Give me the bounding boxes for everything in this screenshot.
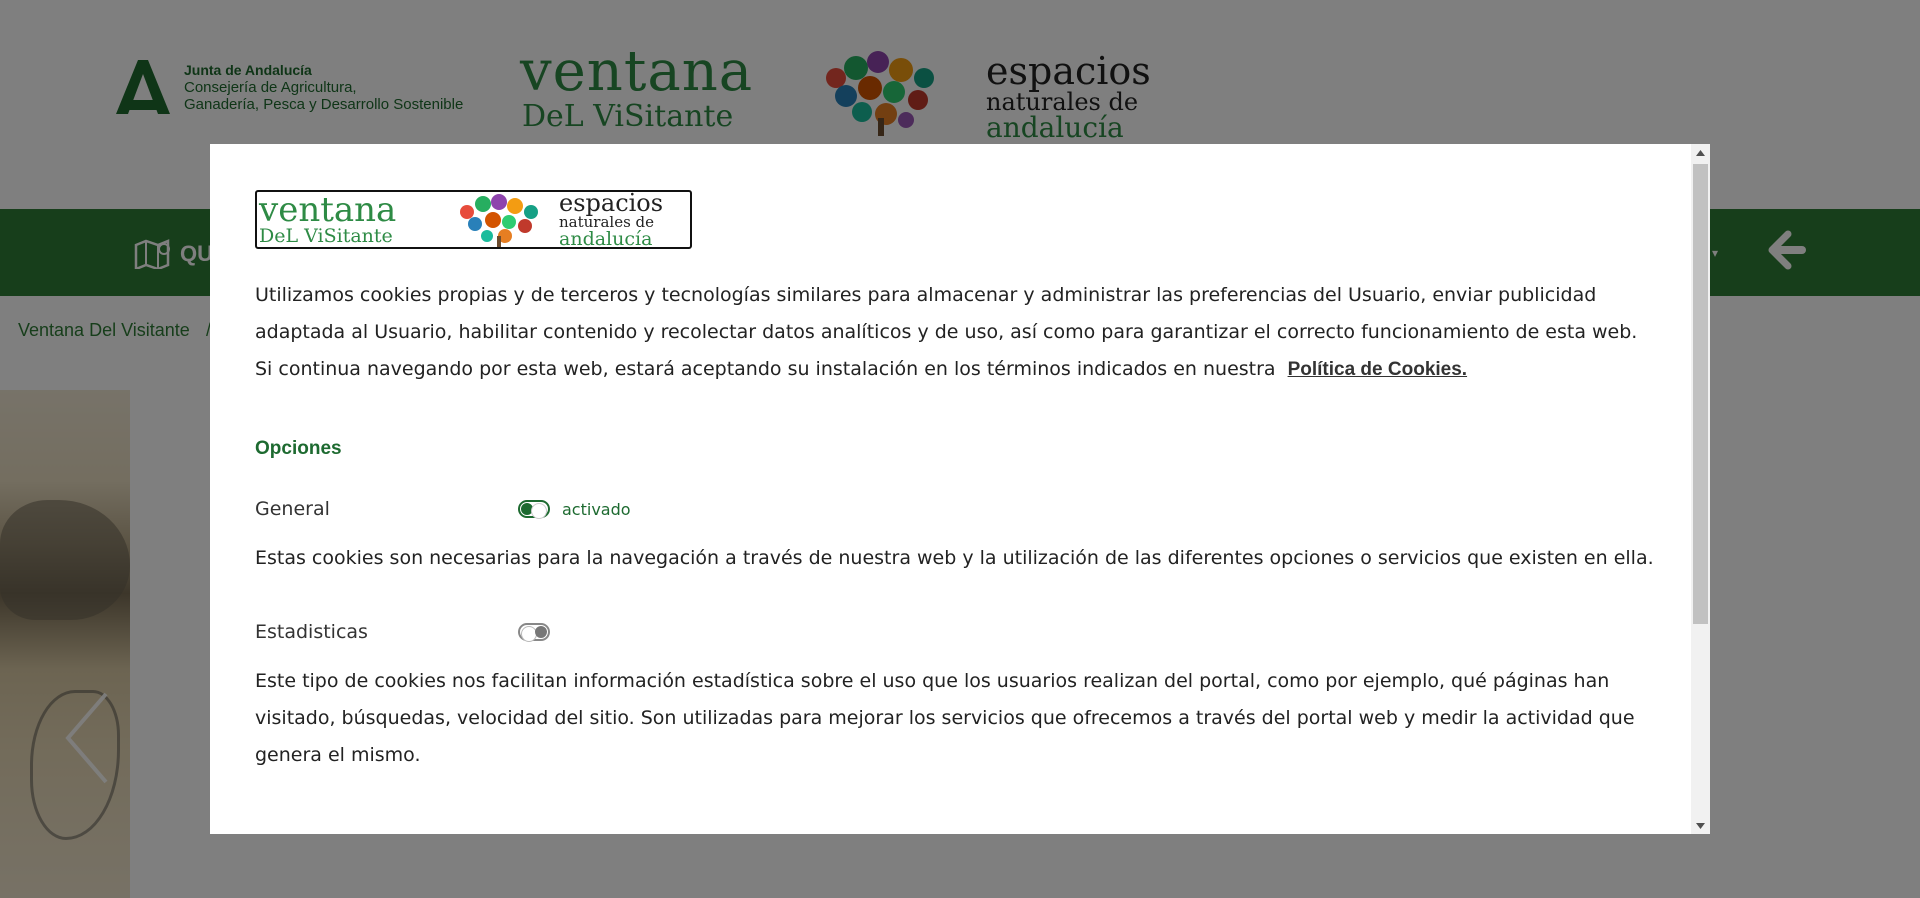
cookie-dialog-content: ventana DeL ViSitante espacios naturales… [255,190,1655,774]
dialog-logo-espacios: espacios [559,190,664,217]
general-toggle[interactable] [518,500,550,519]
dialog-logo-andalucia: andalucía [559,227,653,249]
dialog-logo-visitante: DeL ViSitante [259,224,393,247]
cookie-intro: Utilizamos cookies propias y de terceros… [255,277,1655,388]
option-general-description: Estas cookies son necesarias para la nav… [255,547,1654,569]
options-heading: Opciones [255,438,342,459]
option-general: General activado [255,494,1655,524]
option-general-label: General [255,498,330,520]
scrollbar-thumb[interactable] [1693,164,1708,624]
cookie-consent-dialog: ventana DeL ViSitante espacios naturales… [210,144,1710,834]
general-toggle-state: activado [562,499,631,519]
option-estadisticas-label: Estadisticas [255,621,368,643]
dialog-logo-ventana: ventana [259,190,397,230]
dialog-scrollbar[interactable] [1691,144,1710,834]
dialog-logo: ventana DeL ViSitante espacios naturales… [255,190,692,249]
scroll-up-icon[interactable] [1691,144,1710,161]
cookie-policy-link[interactable]: Política de Cookies. [1288,359,1468,380]
option-estadisticas-description: Este tipo de cookies nos facilitan infor… [255,670,1635,766]
dialog-tree-icon [460,194,538,247]
scroll-down-icon[interactable] [1691,817,1710,834]
estadisticas-toggle[interactable] [518,623,550,642]
option-estadisticas: Estadisticas [255,617,1655,647]
